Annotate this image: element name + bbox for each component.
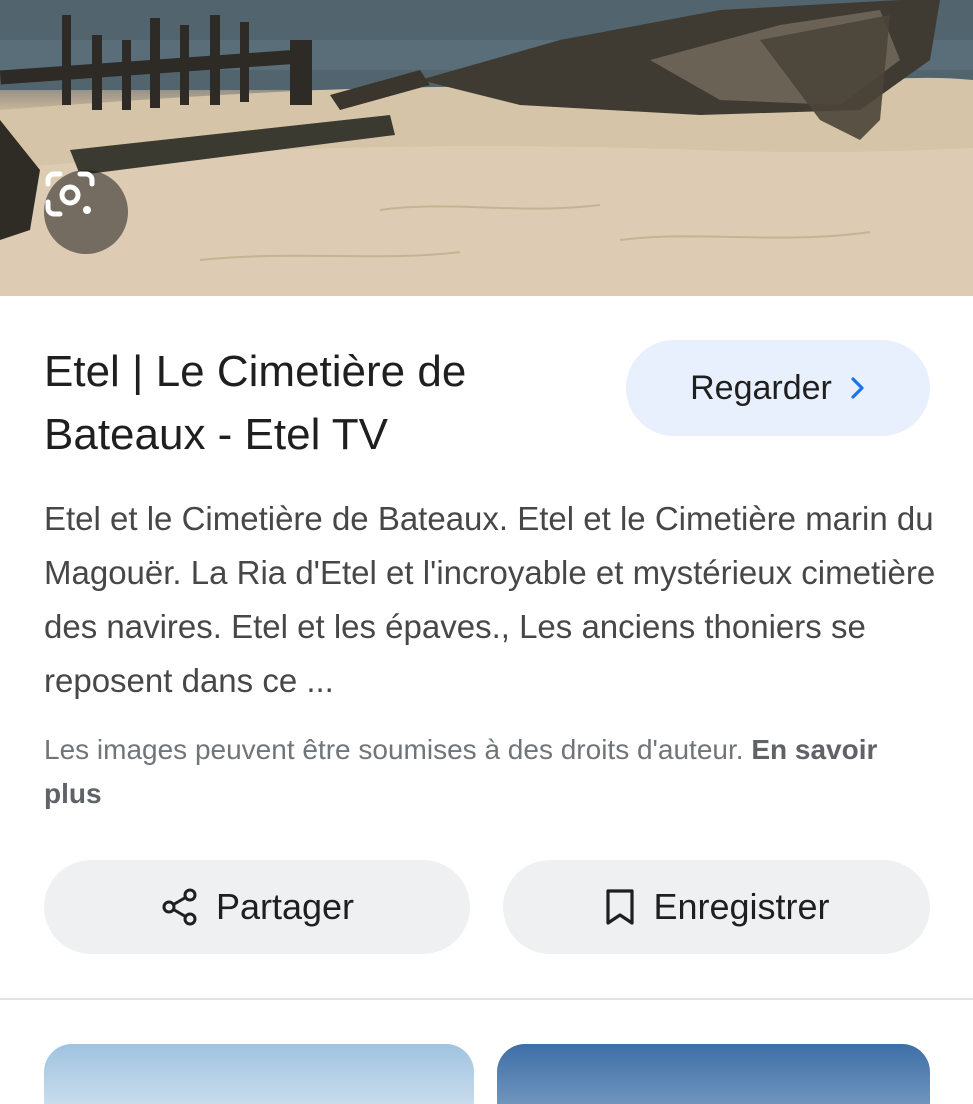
google-lens-icon [45, 171, 95, 217]
section-divider [0, 998, 973, 1000]
share-button[interactable]: Partager [44, 860, 470, 954]
copyright-notice: Les images peuvent être soumises à des d… [44, 728, 924, 816]
chevron-right-icon [851, 377, 864, 399]
watch-button-label: Regarder [690, 368, 832, 407]
share-button-label: Partager [215, 886, 355, 927]
shipwreck-image[interactable] [0, 0, 973, 296]
copyright-notice-text: Les images peuvent être soumises à des d… [44, 734, 744, 765]
result-description: Etel et le Cimetière de Bateaux. Etel et… [44, 500, 936, 699]
related-image-thumbnail[interactable] [497, 1044, 930, 1104]
google-lens-button[interactable] [44, 170, 128, 254]
save-button[interactable]: Enregistrer [503, 860, 930, 954]
share-icon [162, 888, 197, 926]
result-title[interactable]: Etel | Le Cimetière de Bateaux - Etel TV [44, 340, 604, 466]
bookmark-icon [606, 889, 635, 925]
watch-button[interactable]: Regarder [626, 340, 930, 436]
save-button-label: Enregistrer [653, 886, 830, 927]
related-image-thumbnail[interactable] [44, 1044, 474, 1104]
shipwreck-illustration [0, 0, 973, 296]
